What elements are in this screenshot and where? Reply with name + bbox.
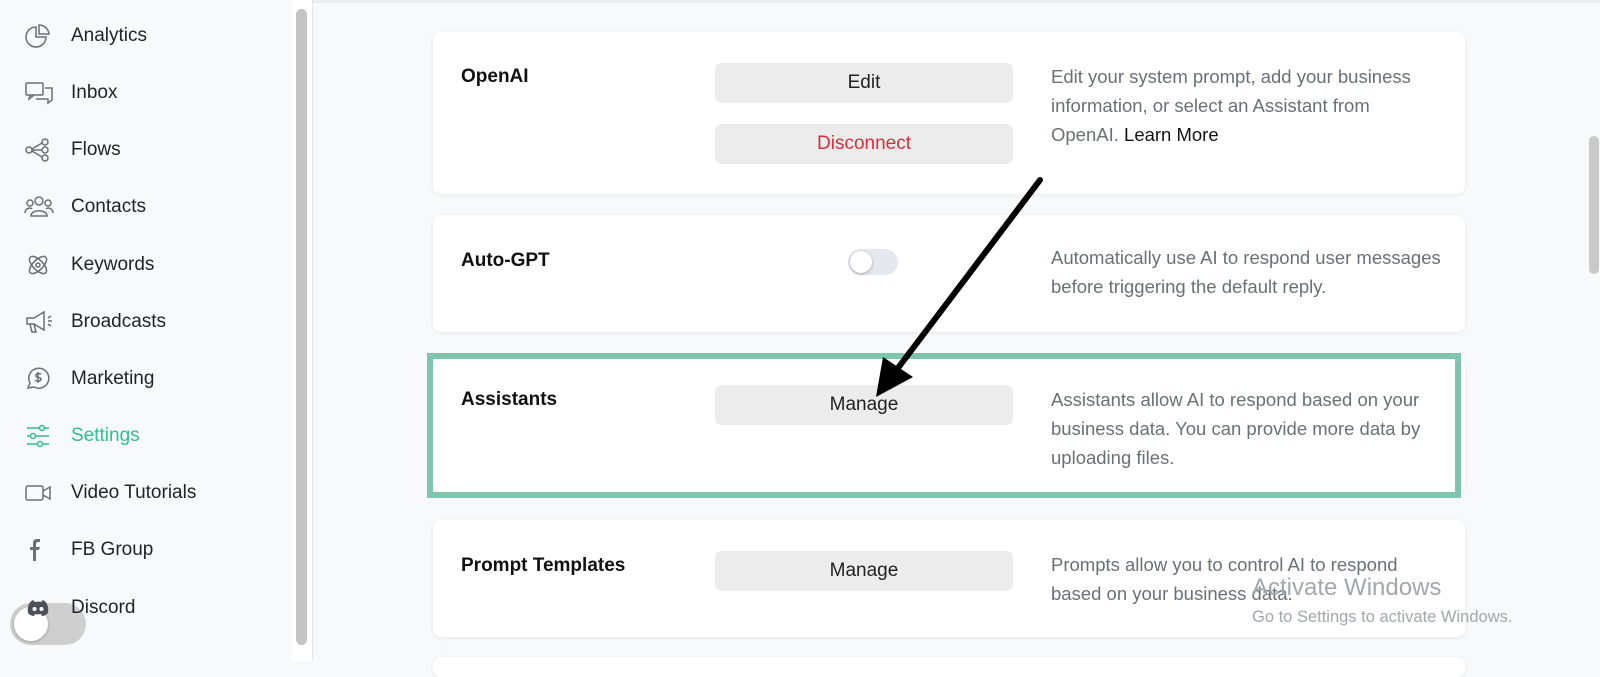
card-description: Assistants allow AI to respond based on …: [1051, 389, 1421, 468]
card-title: Assistants: [461, 389, 558, 410]
discord-icon: [24, 595, 54, 621]
sidebar-item-video-tutorials[interactable]: Video Tutorials: [24, 476, 196, 510]
card-title: OpenAI: [461, 66, 529, 87]
video-camera-icon: [24, 480, 54, 506]
sidebar-item-label: Analytics: [71, 25, 148, 46]
sidebar-item-label: Video Tutorials: [71, 482, 197, 503]
autogpt-card: Auto-GPT Automatically use AI to respond…: [433, 215, 1465, 332]
sliders-icon: [24, 423, 54, 449]
openai-card: OpenAI Edit Disconnect Edit your system …: [433, 32, 1465, 194]
card-description: Automatically use AI to respond user mes…: [1051, 247, 1441, 297]
sidebar: Analytics Inbox Flows Contacts Keywords …: [0, 0, 292, 661]
sidebar-item-settings[interactable]: Settings: [24, 419, 140, 453]
sidebar-item-contacts[interactable]: Contacts: [24, 190, 146, 224]
disconnect-button[interactable]: Disconnect: [715, 124, 1013, 164]
autogpt-toggle[interactable]: [848, 249, 898, 275]
sidebar-item-fb-group[interactable]: FB Group: [24, 533, 153, 567]
toggle-knob: [850, 251, 872, 273]
sidebar-item-marketing[interactable]: Marketing: [24, 362, 154, 396]
sidebar-item-label: FB Group: [71, 539, 154, 560]
sidebar-item-label: Discord: [71, 597, 136, 618]
main-scrollbar-thumb[interactable]: [1589, 136, 1599, 274]
description-text: Edit your system prompt, add your busine…: [1051, 66, 1411, 145]
sidebar-item-label: Broadcasts: [71, 311, 167, 332]
pie-chart-icon: [24, 23, 54, 49]
dollar-chat-icon: [24, 366, 54, 392]
sidebar-item-analytics[interactable]: Analytics: [24, 19, 147, 53]
sidebar-item-discord[interactable]: Discord: [24, 591, 135, 625]
prompt-templates-card: Prompt Templates Manage Prompts allow yo…: [433, 520, 1465, 637]
card-title: Auto-GPT: [461, 250, 550, 271]
facebook-icon: [24, 537, 54, 563]
sidebar-item-label: Keywords: [71, 254, 155, 275]
sidebar-item-label: Contacts: [71, 196, 146, 217]
sidebar-item-flows[interactable]: Flows: [24, 133, 121, 167]
sidebar-item-broadcasts[interactable]: Broadcasts: [24, 305, 166, 339]
sidebar-item-label: Settings: [71, 425, 140, 446]
keywords-icon: [24, 252, 54, 278]
sidebar-item-inbox[interactable]: Inbox: [24, 76, 117, 110]
sidebar-item-label: Flows: [71, 139, 121, 160]
next-card: [433, 657, 1465, 677]
contacts-icon: [24, 194, 54, 220]
card-title: Prompt Templates: [461, 555, 626, 576]
sidebar-item-label: Inbox: [71, 82, 118, 103]
chat-bubbles-icon: [24, 80, 54, 106]
flows-icon: [24, 137, 54, 163]
learn-more-link[interactable]: Learn More: [1124, 124, 1219, 145]
card-description: Prompts allow you to control AI to respo…: [1051, 554, 1398, 604]
edit-button[interactable]: Edit: [715, 63, 1013, 103]
sidebar-item-label: Marketing: [71, 368, 155, 389]
sidebar-item-keywords[interactable]: Keywords: [24, 248, 154, 282]
assistants-manage-button[interactable]: Manage: [715, 385, 1013, 425]
assistants-card: Assistants Manage Assistants allow AI to…: [433, 359, 1465, 492]
settings-main: OpenAI Edit Disconnect Edit your system …: [313, 0, 1580, 677]
prompt-templates-manage-button[interactable]: Manage: [715, 551, 1013, 591]
sidebar-scrollbar-thumb[interactable]: [296, 9, 307, 645]
card-description: Edit your system prompt, add your busine…: [1051, 62, 1441, 149]
megaphone-icon: [24, 309, 54, 335]
